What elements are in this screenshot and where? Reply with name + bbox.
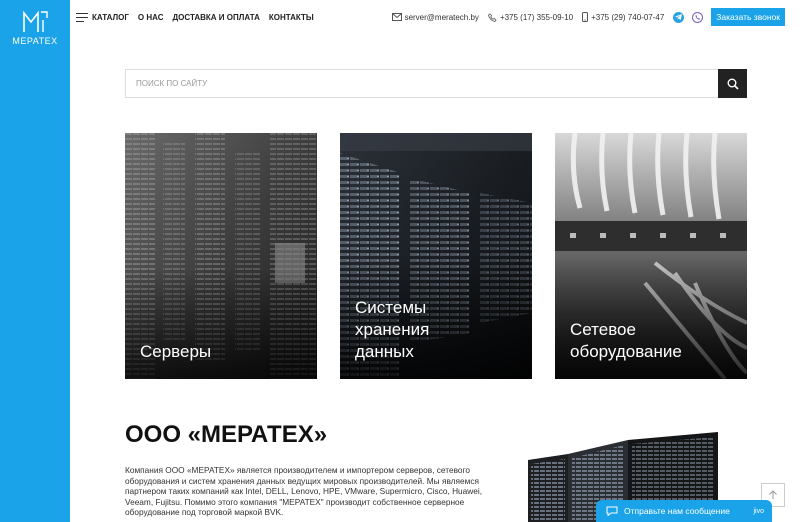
nav-link-delivery[interactable]: Доставка и оплата: [172, 13, 259, 22]
chat-label: Отправьте нам сообщение: [624, 506, 730, 516]
logo-text: MEPATEX: [12, 36, 58, 46]
sidebar: MEPATEX: [0, 0, 70, 522]
callback-button[interactable]: Заказать звонок: [711, 8, 785, 26]
arrow-up-icon: [769, 490, 777, 499]
phone2-link[interactable]: +375 (29) 740-07-47: [582, 12, 664, 22]
chat-widget-button[interactable]: Отправьте нам сообщение jivo: [596, 500, 772, 522]
email-text: server@meratech.by: [404, 12, 479, 22]
category-card-network[interactable]: Сетевое оборудование: [555, 133, 747, 379]
chat-icon: [606, 506, 618, 516]
category-label: Системы хранения данных: [355, 298, 430, 361]
top-bar: Каталог О нас Доставка и оплата Контакты…: [70, 0, 800, 34]
phone1-text: +375 (17) 355-09-10: [499, 12, 574, 22]
phone1-link[interactable]: +375 (17) 355-09-10: [487, 12, 574, 22]
search-icon: [727, 78, 739, 90]
category-label: Серверы: [140, 342, 212, 361]
phone-icon: [487, 12, 497, 22]
category-label: Сетевое оборудование: [570, 320, 682, 361]
contacts-group: server@meratech.by +375 (17) 355-09-10 +…: [391, 8, 800, 26]
nav-link-contacts[interactable]: Контакты: [269, 13, 314, 22]
logo[interactable]: MEPATEX: [0, 0, 70, 50]
category-card-servers[interactable]: Серверы: [125, 133, 317, 379]
search-input[interactable]: [126, 70, 718, 97]
phone2-text: +375 (29) 740-07-47: [591, 12, 665, 22]
category-card-storage[interactable]: Системы хранения данных: [340, 133, 532, 379]
catalog-label: Каталог: [92, 12, 129, 22]
site-search: [125, 69, 747, 98]
viber-icon[interactable]: [692, 11, 704, 23]
email-link[interactable]: server@meratech.by: [391, 12, 479, 22]
mail-icon: [391, 13, 402, 21]
nav-link-about[interactable]: О нас: [138, 13, 164, 22]
company-description: Компания ООО «МЕРАТЕХ» является производ…: [125, 465, 483, 518]
logo-mark-icon: [23, 10, 48, 32]
catalog-menu-button[interactable]: Каталог: [76, 12, 129, 22]
company-title: ООО «МЕРАТЕХ»: [125, 421, 328, 448]
menu-icon: [76, 12, 88, 22]
search-button[interactable]: [718, 69, 747, 98]
telegram-icon[interactable]: [673, 11, 685, 23]
chat-brand: jivo: [753, 507, 764, 515]
mobile-icon: [582, 12, 589, 22]
